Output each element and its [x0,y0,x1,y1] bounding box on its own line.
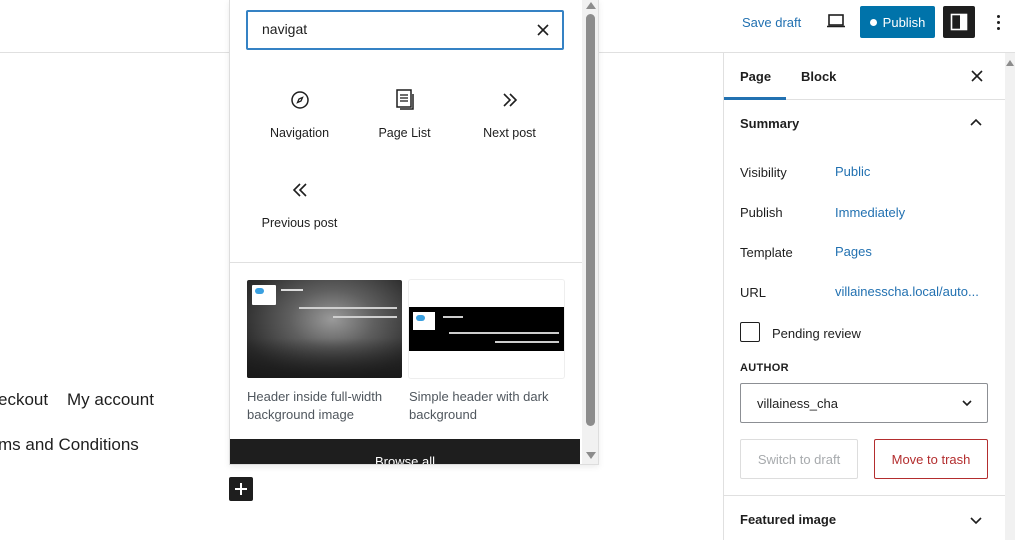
author-label: AUTHOR [740,362,789,374]
sidebar-icon [950,13,968,31]
more-vertical-icon [996,14,1000,18]
publish-label: Publish [882,14,926,30]
page-list-icon [395,89,414,110]
move-to-trash-button[interactable]: Move to trash [874,439,988,479]
more-dot [996,26,1000,30]
thumb-shade [247,338,402,378]
preview-button[interactable] [825,10,847,32]
pattern-label: Simple header with dark background [409,389,549,422]
chevron-up-icon[interactable] [969,115,983,129]
pattern-thumbnail [409,280,564,378]
pattern-thumbnail [247,280,402,378]
pattern-header-full-width[interactable]: Header inside full-width background imag… [247,280,402,424]
pending-review-label[interactable]: Pending review [772,326,861,341]
chevron-down-icon [962,400,972,407]
chevron-down-icon[interactable] [969,513,983,527]
inserter-scroll-thumb[interactable] [586,14,595,426]
save-draft-button[interactable]: Save draft [742,15,801,30]
thumb-line [495,341,559,343]
close-icon [537,24,549,36]
block-icon-wrap [247,176,352,204]
visibility-label: Visibility [740,165,787,180]
more-dot [996,20,1000,24]
url-label: URL [740,285,767,300]
double-chevron-right-icon [502,93,517,107]
logo-mark-icon [416,315,425,321]
url-value-button[interactable]: villainesscha.local/auto... [835,284,979,299]
clear-search-button[interactable] [534,21,552,39]
browse-all-button[interactable]: Browse all [230,439,580,464]
thumb-line [299,307,397,309]
thumb-line [333,316,397,318]
settings-sidebar-toggle[interactable] [943,6,975,38]
tab-page[interactable]: Page [740,69,771,84]
scroll-down-arrow-icon[interactable] [586,452,596,459]
block-label: Previous post [261,216,338,230]
block-search-field[interactable] [246,10,564,50]
block-navigation[interactable]: Navigation [247,86,352,166]
scroll-up-arrow-icon[interactable] [1006,60,1014,66]
add-block-button[interactable] [229,477,253,501]
nav-link-checkout[interactable]: eckout [0,390,48,410]
featured-image-panel-toggle[interactable]: Featured image [740,512,836,527]
summary-panel-toggle[interactable]: Summary [740,116,799,131]
author-select[interactable]: villainess_cha [740,383,988,423]
author-selected-value: villainess_cha [757,396,838,411]
thumb-line [281,289,303,291]
compass-icon [290,91,309,109]
publish-date-button[interactable]: Immediately [835,205,905,220]
nav-link-terms[interactable]: ms and Conditions [0,435,139,455]
plus-icon [235,483,247,495]
block-page-list[interactable]: Page List [352,86,457,166]
pattern-simple-dark-header[interactable]: Simple header with dark background [409,280,564,424]
tab-block[interactable]: Block [801,69,836,84]
block-next-post[interactable]: Next post [457,86,562,166]
active-tab-indicator [724,97,786,100]
block-inserter-popover: Navigation Page List Next post Previous … [229,0,599,465]
block-search-input[interactable] [262,21,522,37]
logo-mark-icon [255,288,264,294]
template-label: Template [740,245,793,260]
thumb-line [443,316,463,318]
status-dot-icon [869,18,877,26]
switch-to-draft-button[interactable]: Switch to draft [740,439,858,479]
publish-label: Publish [740,205,783,220]
publish-button[interactable]: Publish [860,6,935,38]
sidebar-scrollbar[interactable] [1005,53,1015,540]
settings-sidebar: Page Block Summary Visibility Public Pub… [723,53,1005,540]
double-chevron-left-icon [292,183,307,197]
thumb-line [449,332,559,334]
close-icon [971,70,983,82]
visibility-value-button[interactable]: Public [835,164,870,179]
scroll-up-arrow-icon[interactable] [586,2,596,9]
sidebar-tabs: Page Block [724,53,1005,100]
block-previous-post[interactable]: Previous post [247,176,352,256]
block-icon-wrap [457,86,562,114]
block-label: Navigation [269,126,330,140]
block-label: Page List [378,126,431,140]
block-icon-wrap [352,86,457,114]
block-label: Next post [483,126,536,140]
pending-review-checkbox[interactable] [740,322,760,342]
options-menu-button[interactable] [990,10,1006,34]
panel-divider [724,495,1005,496]
close-sidebar-button[interactable] [968,67,986,85]
template-value-button[interactable]: Pages [835,244,872,259]
nav-link-my-account[interactable]: My account [67,390,154,410]
laptop-icon [827,14,845,28]
section-divider [230,262,582,263]
pattern-label: Header inside full-width background imag… [247,389,383,422]
block-icon-wrap [247,86,352,114]
